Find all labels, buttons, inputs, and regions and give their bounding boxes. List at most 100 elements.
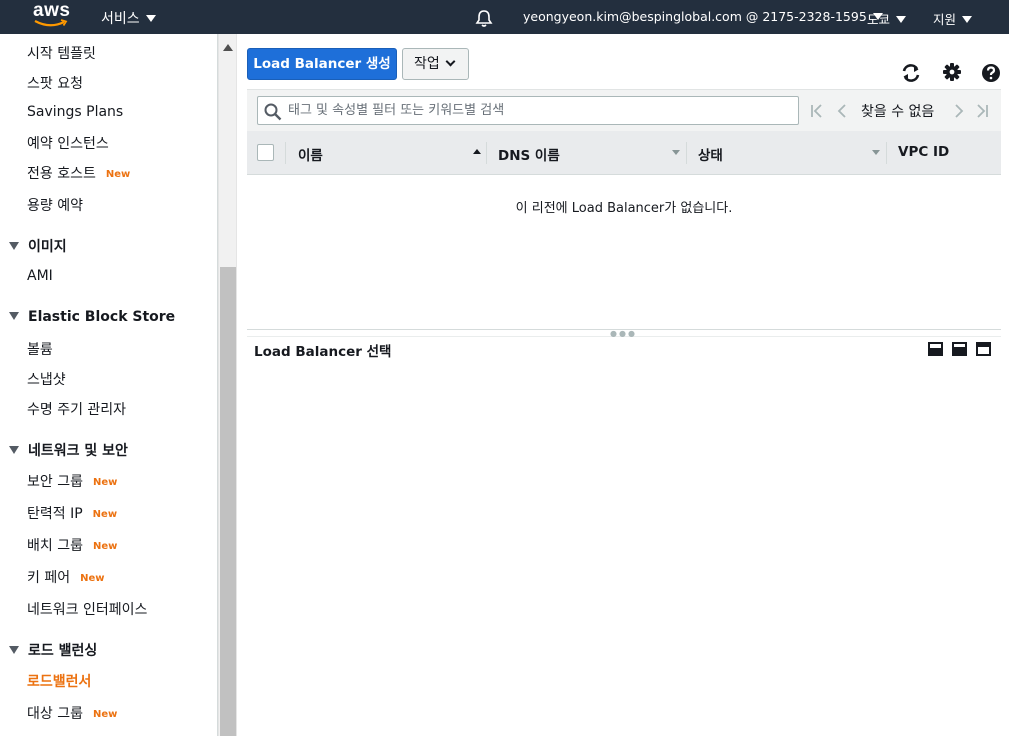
sidebar-item-snapshots[interactable]: 스냅샷 <box>27 369 66 389</box>
section-title: Elastic Block Store <box>28 309 176 325</box>
sidebar-scrollbar[interactable] <box>218 34 237 736</box>
sidebar-item-lifecycle-manager[interactable]: 수명 주기 관리자 <box>27 399 126 419</box>
actions-dropdown-button[interactable]: 작업 <box>402 48 469 80</box>
column-divider[interactable] <box>486 142 487 164</box>
column-header-state[interactable]: 상태 <box>698 144 723 164</box>
sidebar-item-label: 스냅샷 <box>27 372 66 388</box>
sidebar-item-volumes[interactable]: 볼륨 <box>27 339 53 359</box>
section-title: 이미지 <box>28 239 67 255</box>
sidebar-item-label: 보안 그룹 <box>27 474 83 490</box>
support-menu[interactable]: 지원 <box>933 9 973 28</box>
scroll-thumb[interactable] <box>220 267 236 736</box>
chevron-down-icon <box>445 56 456 67</box>
collapse-triangle-icon <box>9 242 19 250</box>
new-badge: New <box>92 477 118 488</box>
collapse-triangle-icon <box>9 312 19 320</box>
region-menu[interactable]: 도쿄 <box>867 9 907 28</box>
sidebar-section-load-balancing[interactable]: 로드 밸런싱 <box>9 640 97 660</box>
section-title: 로드 밸런싱 <box>28 643 98 659</box>
gear-icon[interactable] <box>941 61 963 83</box>
previous-page-icon[interactable] <box>836 103 848 119</box>
sort-ascending-icon[interactable] <box>473 149 481 154</box>
sidebar-item-launch-templates[interactable]: 시작 템플릿 <box>27 43 96 63</box>
sidebar-item-spot-requests[interactable]: 스팟 요청 <box>27 73 83 93</box>
aws-logo[interactable]: aws <box>33 0 71 29</box>
sidebar-section-ebs[interactable]: Elastic Block Store <box>9 309 175 325</box>
new-badge: New <box>80 573 105 584</box>
sidebar-item-ami[interactable]: AMI <box>27 268 53 284</box>
sidebar-item-network-interfaces[interactable]: 네트워크 인터페이스 <box>27 599 147 619</box>
column-header-name[interactable]: 이름 <box>298 144 323 164</box>
sidebar-item-placement-groups[interactable]: 배치 그룹 New <box>27 535 117 555</box>
sidebar-item-label: 볼륨 <box>27 342 53 358</box>
sidebar-item-label: 대상 그룹 <box>27 706 83 722</box>
actions-label: 작업 <box>414 56 440 72</box>
sidebar-item-security-groups[interactable]: 보안 그룹 New <box>27 471 117 491</box>
sidebar-section-images[interactable]: 이미지 <box>9 236 67 256</box>
sidebar-item-target-groups[interactable]: 대상 그룹 New <box>27 703 117 723</box>
bell-icon[interactable] <box>474 8 494 28</box>
pagination-status: 찾을 수 없음 <box>861 104 935 120</box>
table-header: 이름 DNS 이름 상태 VPC ID <box>247 131 1001 175</box>
region-label: 도쿄 <box>867 12 891 27</box>
sidebar-item-label: 배치 그룹 <box>27 538 83 554</box>
refresh-icon[interactable] <box>900 62 922 84</box>
section-title: 네트워크 및 보안 <box>28 443 128 459</box>
column-divider[interactable] <box>686 142 687 164</box>
sidebar-item-dedicated-hosts[interactable]: 전용 호스트 New <box>27 163 130 183</box>
sidebar-item-label: 수명 주기 관리자 <box>27 402 127 418</box>
create-load-balancer-button[interactable]: Load Balancer 생성 <box>247 48 397 80</box>
help-icon[interactable] <box>980 62 1002 84</box>
aws-logo-text: aws <box>33 0 71 21</box>
sidebar-item-reserved-instances[interactable]: 예약 인스턴스 <box>27 133 109 153</box>
account-label: yeongyeon.kim@bespinglobal.com @ 2175-23… <box>523 9 867 24</box>
sidebar-item-label: 네트워크 인터페이스 <box>27 602 148 618</box>
first-page-icon[interactable] <box>810 103 824 119</box>
new-badge: New <box>92 709 118 720</box>
layout-split-panel-icon[interactable] <box>952 342 967 356</box>
services-menu[interactable]: 서비스 <box>101 8 156 28</box>
sidebar-item-savings-plans[interactable]: Savings Plans <box>27 104 123 120</box>
new-badge: New <box>92 541 118 552</box>
sidebar-section-network-security[interactable]: 네트워크 및 보안 <box>9 440 128 460</box>
account-menu[interactable]: yeongyeon.kim@bespinglobal.com @ 2175-23… <box>523 9 883 24</box>
column-divider[interactable] <box>886 142 887 164</box>
services-label: 서비스 <box>101 11 140 27</box>
caret-down-icon <box>962 16 973 23</box>
sidebar-item-load-balancers[interactable]: 로드밸런서 <box>27 671 91 691</box>
search-input[interactable] <box>288 99 788 122</box>
pane-splitter[interactable]: ●●● <box>247 329 1001 338</box>
sort-icon[interactable] <box>672 150 680 155</box>
next-page-icon[interactable] <box>953 103 965 119</box>
sidebar-item-label: Savings Plans <box>27 104 124 120</box>
search-box[interactable] <box>257 96 799 125</box>
sidebar-item-label: 예약 인스턴스 <box>27 136 109 152</box>
sidebar-item-capacity-reservations[interactable]: 용량 예약 <box>27 195 83 215</box>
collapse-triangle-icon <box>9 446 19 454</box>
select-all-checkbox[interactable] <box>257 144 274 161</box>
layout-full-panel-icon[interactable] <box>976 342 991 356</box>
support-label: 지원 <box>933 12 957 27</box>
drag-handle-icon[interactable]: ●●● <box>610 330 637 338</box>
filter-bar: 찾을 수 없음 <box>247 89 1001 131</box>
new-badge: New <box>105 169 131 180</box>
scroll-up-arrow-icon[interactable] <box>223 44 233 51</box>
empty-table-message: 이 리전에 Load Balancer가 없습니다. <box>515 201 733 216</box>
sidebar-item-label: AMI <box>27 268 53 284</box>
new-badge: New <box>92 509 118 520</box>
sort-icon[interactable] <box>872 150 880 155</box>
column-divider <box>285 142 286 164</box>
search-icon <box>264 103 282 121</box>
sidebar-item-label: 전용 호스트 <box>27 166 96 182</box>
caret-down-icon <box>145 15 156 22</box>
column-header-vpc-id[interactable]: VPC ID <box>898 144 949 160</box>
sidebar-item-elastic-ips[interactable]: 탄력적 IP New <box>27 503 117 523</box>
layout-bottom-panel-icon[interactable] <box>928 342 943 356</box>
collapse-triangle-icon <box>9 646 19 654</box>
last-page-icon[interactable] <box>975 103 989 119</box>
column-header-dns-name[interactable]: DNS 이름 <box>498 144 560 164</box>
sidebar-item-label: 키 페어 <box>27 570 71 586</box>
sidebar-item-key-pairs[interactable]: 키 페어 New <box>27 567 104 587</box>
sidebar-item-label: 스팟 요청 <box>27 76 83 92</box>
top-navigation: aws 서비스 yeongyeon.kim@bespinglobal.com @… <box>0 0 1009 34</box>
